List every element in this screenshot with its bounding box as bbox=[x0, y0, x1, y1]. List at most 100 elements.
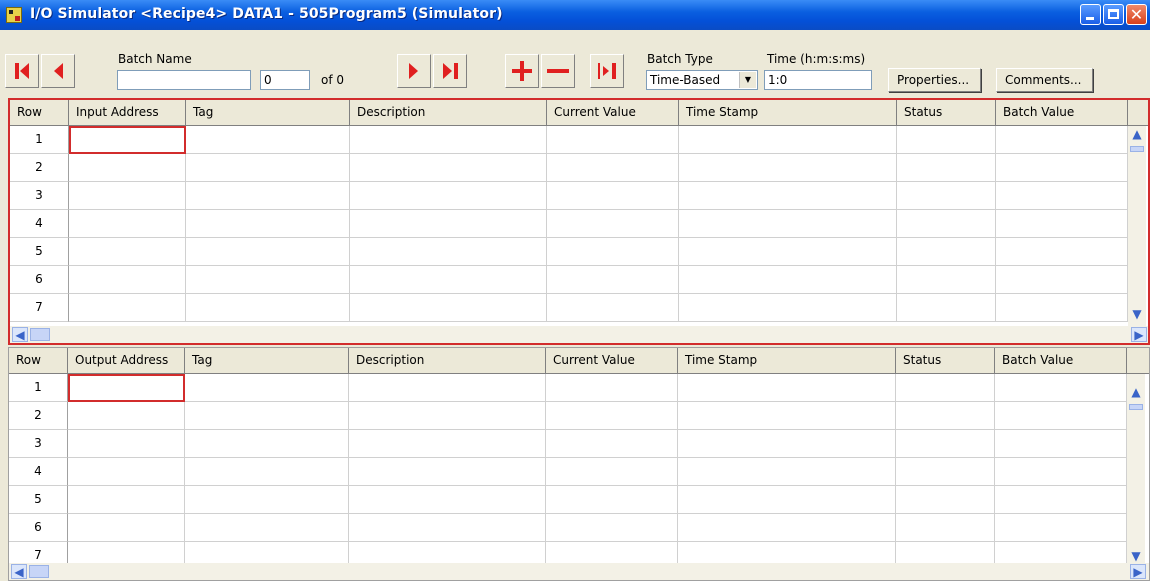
scroll-left-icon[interactable]: ◀ bbox=[12, 327, 28, 342]
output-grid-cell[interactable] bbox=[185, 458, 349, 486]
scroll-up-icon[interactable]: ▲ bbox=[1128, 384, 1144, 400]
input-grid-cell[interactable] bbox=[186, 294, 350, 322]
input-grid-cell[interactable] bbox=[186, 210, 350, 238]
scroll-right-icon[interactable]: ▶ bbox=[1130, 564, 1146, 579]
output-grid-cell[interactable] bbox=[546, 430, 678, 458]
insert-batch-button[interactable] bbox=[590, 54, 624, 88]
output-grid-cell[interactable] bbox=[678, 514, 896, 542]
input-table-row[interactable]: 3 bbox=[10, 182, 1128, 210]
output-address-header[interactable]: Output Address bbox=[68, 348, 185, 373]
scroll-down-icon[interactable]: ▼ bbox=[1128, 548, 1144, 564]
input-grid-cell[interactable] bbox=[69, 266, 186, 294]
input-grid-cell[interactable] bbox=[996, 210, 1128, 238]
input-grid-cell[interactable] bbox=[547, 126, 679, 154]
output-grid-cell[interactable] bbox=[995, 402, 1127, 430]
batch-index-input[interactable]: 0 bbox=[260, 70, 310, 90]
input-horizontal-scrollbar[interactable]: ◀ ▶ bbox=[10, 326, 1148, 343]
previous-batch-button[interactable] bbox=[41, 54, 75, 88]
input-grid-cell[interactable] bbox=[547, 294, 679, 322]
input-grid-cell[interactable] bbox=[897, 210, 996, 238]
output-batch-value-header[interactable]: Batch Value bbox=[995, 348, 1127, 373]
output-tag-header[interactable]: Tag bbox=[185, 348, 349, 373]
comments-button[interactable]: Comments... bbox=[996, 68, 1093, 92]
output-grid-cell[interactable] bbox=[896, 374, 995, 402]
input-grid-cell[interactable] bbox=[897, 266, 996, 294]
input-table-row[interactable]: 6 bbox=[10, 266, 1128, 294]
output-grid-cell[interactable] bbox=[349, 374, 546, 402]
output-grid-cell[interactable] bbox=[896, 458, 995, 486]
output-grid-cell[interactable] bbox=[185, 486, 349, 514]
scroll-down-icon[interactable]: ▼ bbox=[1129, 306, 1145, 322]
output-grid-cell[interactable] bbox=[349, 486, 546, 514]
input-grid-cell[interactable] bbox=[350, 238, 547, 266]
h-scroll-thumb[interactable] bbox=[30, 328, 50, 341]
input-grid-cell[interactable] bbox=[350, 210, 547, 238]
output-time-stamp-header[interactable]: Time Stamp bbox=[678, 348, 896, 373]
input-grid-cell[interactable] bbox=[547, 210, 679, 238]
input-grid-cell[interactable] bbox=[547, 266, 679, 294]
scroll-left-icon[interactable]: ◀ bbox=[11, 564, 27, 579]
output-grid-cell[interactable] bbox=[678, 402, 896, 430]
input-grid-cell[interactable] bbox=[897, 182, 996, 210]
input-address-header[interactable]: Input Address bbox=[69, 100, 186, 125]
input-vertical-scrollbar[interactable]: ▲ ▼ bbox=[1128, 126, 1146, 326]
output-row-header[interactable]: Row bbox=[9, 348, 68, 373]
output-grid-cell[interactable] bbox=[896, 514, 995, 542]
input-grid-cell[interactable] bbox=[897, 294, 996, 322]
input-grid-cell[interactable] bbox=[679, 154, 897, 182]
time-input[interactable]: 1:0 bbox=[764, 70, 872, 90]
close-button[interactable]: ✕ bbox=[1126, 4, 1147, 25]
input-grid-cell[interactable] bbox=[547, 154, 679, 182]
input-grid-cell[interactable] bbox=[996, 182, 1128, 210]
input-grid-cell[interactable] bbox=[69, 210, 186, 238]
output-grid-cell[interactable] bbox=[995, 514, 1127, 542]
output-grid-cell[interactable] bbox=[68, 514, 185, 542]
output-current-value-header[interactable]: Current Value bbox=[546, 348, 678, 373]
output-grid-cell[interactable] bbox=[995, 458, 1127, 486]
input-grid-cell[interactable] bbox=[679, 238, 897, 266]
input-table-row[interactable]: 4 bbox=[10, 210, 1128, 238]
input-grid-cell[interactable] bbox=[679, 126, 897, 154]
input-table-row[interactable]: 5 bbox=[10, 238, 1128, 266]
output-table-row[interactable]: 3 bbox=[9, 430, 1127, 458]
output-table-row[interactable]: 6 bbox=[9, 514, 1127, 542]
input-tag-header[interactable]: Tag bbox=[186, 100, 350, 125]
output-grid-cell[interactable] bbox=[68, 458, 185, 486]
output-grid-cell[interactable] bbox=[185, 402, 349, 430]
output-grid-cell[interactable] bbox=[349, 514, 546, 542]
input-grid-cell[interactable] bbox=[350, 126, 547, 154]
input-grid-cell[interactable] bbox=[350, 294, 547, 322]
output-table-row[interactable]: 2 bbox=[9, 402, 1127, 430]
output-grid-cell[interactable] bbox=[185, 430, 349, 458]
batch-type-select[interactable]: Time-Based ▼ bbox=[646, 70, 758, 90]
input-table-row[interactable]: 2 bbox=[10, 154, 1128, 182]
output-table-row[interactable]: 4 bbox=[9, 458, 1127, 486]
properties-button[interactable]: Properties... bbox=[888, 68, 981, 92]
output-grid-cell[interactable] bbox=[995, 486, 1127, 514]
input-grid-cell[interactable] bbox=[996, 126, 1128, 154]
output-grid-cell[interactable] bbox=[896, 402, 995, 430]
output-grid-cell[interactable] bbox=[546, 374, 678, 402]
output-grid-cell[interactable] bbox=[68, 402, 185, 430]
input-grid-cell[interactable] bbox=[186, 126, 350, 154]
output-table-row[interactable]: 5 bbox=[9, 486, 1127, 514]
output-grid-cell[interactable] bbox=[185, 374, 349, 402]
input-selected-cell[interactable] bbox=[69, 126, 186, 154]
output-grid-cell[interactable] bbox=[995, 374, 1127, 402]
output-grid-cell[interactable] bbox=[678, 486, 896, 514]
output-grid-cell[interactable] bbox=[546, 514, 678, 542]
scroll-right-icon[interactable]: ▶ bbox=[1131, 327, 1147, 342]
input-grid-cell[interactable] bbox=[897, 126, 996, 154]
output-grid-cell[interactable] bbox=[546, 486, 678, 514]
minimize-button[interactable] bbox=[1080, 4, 1101, 25]
scroll-thumb[interactable] bbox=[1130, 146, 1144, 152]
last-batch-button[interactable] bbox=[433, 54, 467, 88]
output-horizontal-scrollbar[interactable]: ◀ ▶ bbox=[9, 563, 1149, 580]
input-grid-cell[interactable] bbox=[679, 266, 897, 294]
input-grid-cell[interactable] bbox=[996, 294, 1128, 322]
output-grid-cell[interactable] bbox=[995, 430, 1127, 458]
input-grid-cell[interactable] bbox=[547, 182, 679, 210]
input-grid-cell[interactable] bbox=[350, 266, 547, 294]
input-grid-cell[interactable] bbox=[69, 294, 186, 322]
output-grid-cell[interactable] bbox=[349, 458, 546, 486]
